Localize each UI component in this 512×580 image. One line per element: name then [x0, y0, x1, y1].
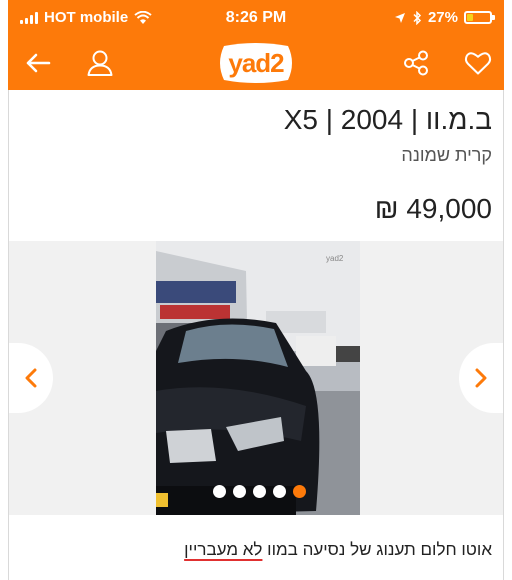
listing-description: אוטו חלום תענוג של נסיעה במוו לא מעבריין: [184, 540, 492, 560]
description-text: אוטו חלום תענוג של נסיעה במוו: [262, 540, 492, 559]
top-nav-bar: yad2: [8, 36, 504, 90]
image-gallery[interactable]: yad2: [9, 241, 503, 515]
battery-fill: [467, 14, 473, 21]
gallery-next-button[interactable]: [459, 343, 503, 413]
bluetooth-icon: [413, 10, 422, 25]
logo-text: yad2: [228, 48, 284, 78]
car-photo[interactable]: yad2: [156, 241, 360, 515]
share-icon: [404, 50, 428, 76]
listing-price: 49,000 ₪: [374, 193, 492, 224]
battery-percent: 27%: [427, 9, 458, 26]
gallery-prev-button[interactable]: [9, 343, 53, 413]
share-button[interactable]: [398, 45, 434, 81]
chevron-right-icon: [475, 368, 487, 388]
gallery-dot[interactable]: [293, 485, 306, 498]
description-underlined-text: לא מעבריין: [184, 540, 263, 559]
gallery-dot[interactable]: [213, 485, 226, 498]
heart-icon: [464, 52, 492, 75]
svg-text:yad2: yad2: [326, 254, 344, 263]
chevron-left-icon: [25, 368, 37, 388]
status-bar: HOT mobile 8:26 PM 27%: [8, 0, 504, 36]
back-arrow-icon: [26, 53, 51, 73]
location-arrow-icon: [394, 12, 405, 23]
profile-button[interactable]: [82, 45, 118, 81]
listing-location: קרית שמונה: [401, 145, 492, 165]
listing-title: ב.מ.וו | 2004 | X5: [283, 104, 492, 135]
favorite-button[interactable]: [460, 45, 496, 81]
user-icon: [87, 50, 113, 76]
battery-icon: [464, 11, 495, 24]
gallery-dot[interactable]: [233, 485, 246, 498]
gallery-dot[interactable]: [253, 485, 266, 498]
yad2-logo[interactable]: yad2: [216, 40, 296, 86]
status-right: 27%: [394, 9, 495, 26]
back-button[interactable]: [20, 45, 56, 81]
gallery-pagination: [213, 485, 306, 498]
gallery-dot[interactable]: [273, 485, 286, 498]
